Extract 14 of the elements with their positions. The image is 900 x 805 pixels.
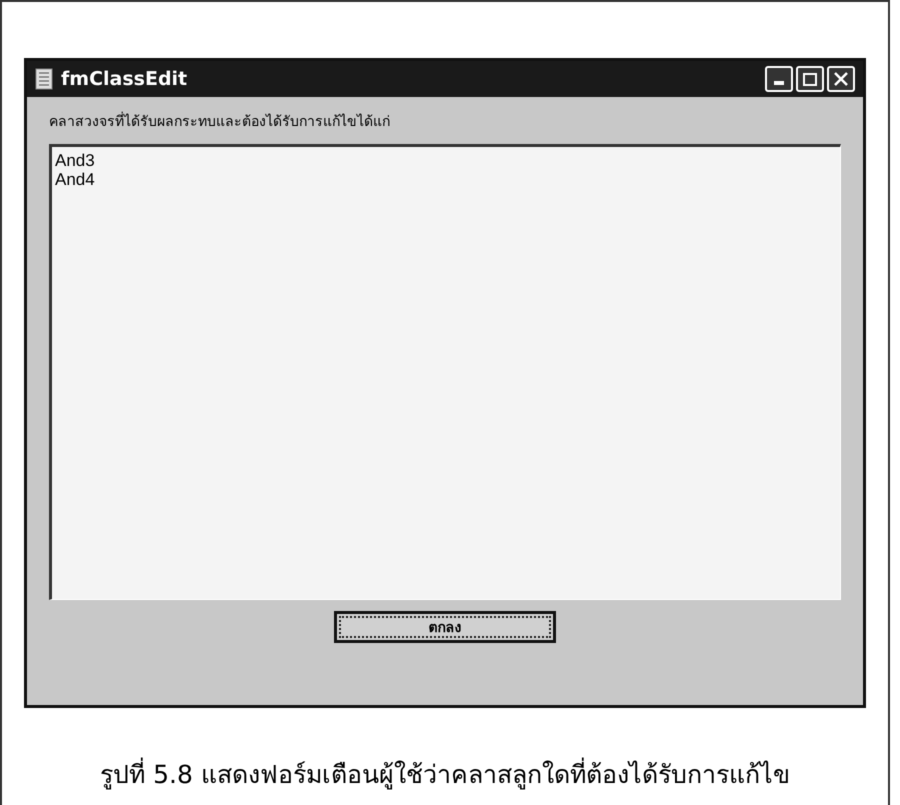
figure-caption: รูปที่ 5.8 แสดงฟอร์มเตือนผู้ใช้ว่าคลาสลูกใดที่ต้องได้รับการแก้ไข: [100, 756, 790, 794]
window-title: fmClassEdit: [61, 66, 188, 92]
app-icon: [35, 68, 53, 90]
message-label: คลาสวงจรที่ได้รับผลกระทบและต้องได้รับการแก้ไขได้แก่: [49, 111, 391, 131]
class-list[interactable]: And3 And4: [49, 144, 841, 600]
list-item[interactable]: And4: [55, 170, 837, 189]
minimize-button[interactable]: [765, 66, 793, 92]
close-button[interactable]: [827, 66, 855, 92]
maximize-button[interactable]: [796, 66, 824, 92]
list-item[interactable]: And3: [55, 151, 837, 170]
close-icon: [833, 71, 849, 87]
maximize-icon: [803, 72, 817, 86]
ok-button[interactable]: ตกลง: [334, 611, 556, 643]
minimize-icon: [774, 81, 784, 85]
